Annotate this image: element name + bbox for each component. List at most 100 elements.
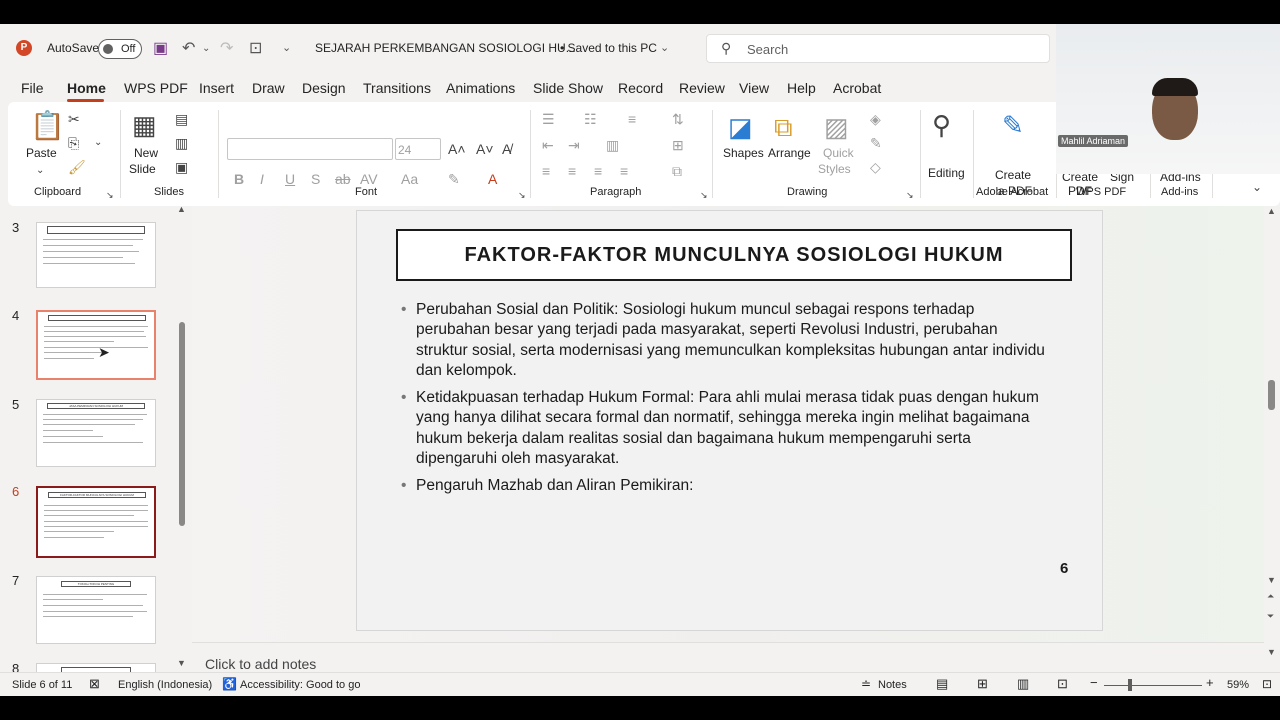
undo-dropdown-icon[interactable]: ⌄ (202, 43, 210, 54)
editing-button[interactable]: Editing (928, 166, 965, 180)
copy-icon[interactable]: ⎘ (68, 136, 79, 150)
scroll-down-icon[interactable]: ▼ (1267, 575, 1276, 585)
clear-formatting-icon[interactable]: A̸ (502, 142, 511, 156)
arrange-button[interactable]: Arrange (768, 146, 811, 160)
spell-check-icon[interactable]: ⊠ (89, 676, 100, 692)
align-text-icon[interactable]: ⊞ (672, 138, 684, 152)
previous-slide-icon[interactable]: ⏶ (1267, 591, 1274, 602)
undo-icon[interactable]: ↶ (182, 38, 195, 58)
tab-slide-show[interactable]: Slide Show (533, 80, 603, 96)
slide-show-icon[interactable]: ⊡ (1057, 676, 1068, 692)
shape-effects-icon[interactable]: ◇ (870, 160, 881, 174)
reset-icon[interactable]: ▥ (175, 136, 188, 150)
next-slide-icon[interactable]: ⏷ (1267, 611, 1274, 622)
shapes-icon[interactable]: ◪ (728, 114, 753, 140)
tab-record[interactable]: Record (618, 80, 663, 96)
chevron-down-icon[interactable]: ⌄ (660, 41, 669, 54)
paste-icon[interactable]: 📋 (30, 112, 65, 140)
layout-icon[interactable]: ▤ (175, 112, 188, 126)
accessibility-icon[interactable]: ♿ (222, 677, 237, 691)
zoom-out-icon[interactable]: − (1090, 675, 1098, 690)
slide[interactable]: FAKTOR-FAKTOR MUNCULNYA SOSIOLOGI HUKUM … (356, 210, 1103, 631)
autosave-toggle[interactable]: Off (98, 39, 142, 59)
slide-thumbnail-8[interactable] (36, 663, 156, 672)
create-pdf-icon[interactable]: ✎ (1002, 112, 1024, 138)
tab-wps-pdf[interactable]: WPS PDF (124, 80, 188, 96)
zoom-in-icon[interactable]: + (1206, 675, 1214, 690)
thumbnail-scrollbar[interactable] (179, 322, 185, 526)
tab-acrobat[interactable]: Acrobat (833, 80, 881, 96)
section-icon[interactable]: ▣ (175, 160, 188, 174)
reading-view-icon[interactable]: ▥ (1017, 676, 1029, 692)
editing-search-icon[interactable]: ⚲ (932, 112, 951, 138)
save-icon[interactable]: ▣ (153, 38, 168, 58)
quick-styles-label-2[interactable]: Styles (818, 162, 851, 176)
paragraph-launcher-icon[interactable]: ↘ (700, 188, 708, 202)
slide-title[interactable]: FAKTOR-FAKTOR MUNCULNYA SOSIOLOGI HUKUM (396, 229, 1072, 281)
decrease-font-size-icon[interactable]: A˅ (476, 142, 494, 156)
cut-icon[interactable]: ✂ (68, 112, 80, 126)
tab-review[interactable]: Review (679, 80, 725, 96)
slide-scrollbar-thumb[interactable] (1268, 380, 1275, 410)
clipboard-launcher-icon[interactable]: ↘ (106, 188, 114, 202)
increase-indent-icon[interactable]: ⇥ (568, 138, 580, 152)
drawing-launcher-icon[interactable]: ↘ (906, 188, 914, 202)
customize-toolbar-icon[interactable]: ⌄ (282, 41, 291, 54)
numbering-icon[interactable]: ☷ (584, 112, 597, 126)
format-painter-icon[interactable]: 🖌 (68, 160, 86, 174)
save-status[interactable]: • Saved to this PC (560, 41, 657, 55)
increase-font-size-icon[interactable]: A˄ (448, 142, 466, 156)
tab-view[interactable]: View (739, 80, 769, 96)
tab-design[interactable]: Design (302, 80, 346, 96)
font-name-field[interactable] (227, 138, 393, 160)
paste-dropdown-icon[interactable]: ⌄ (36, 164, 44, 178)
slide-body[interactable]: Perubahan Sosial dan Politik: Sosiologi … (401, 300, 1051, 504)
search-box[interactable]: ⚲ Search (706, 34, 1050, 63)
normal-view-icon[interactable]: ▤ (936, 676, 948, 692)
shape-outline-icon[interactable]: ✎ (870, 136, 882, 150)
italic-icon[interactable]: I (260, 172, 264, 186)
tab-animations[interactable]: Animations (446, 80, 515, 96)
font-launcher-icon[interactable]: ↘ (518, 188, 526, 202)
create-pdf-label-1[interactable]: Create (995, 168, 1031, 182)
scroll-down-icon[interactable]: ▼ (177, 658, 186, 668)
arrange-icon[interactable]: ⧉ (774, 114, 793, 140)
slide-thumbnail-4[interactable]: ➤ (36, 310, 156, 380)
notes-icon[interactable]: ≐ (861, 677, 871, 691)
zoom-level[interactable]: 59% (1227, 679, 1249, 691)
zoom-slider-handle[interactable] (1128, 679, 1132, 691)
slide-thumbnail-7[interactable]: TOKOH-TOKOH PENTING (36, 576, 156, 644)
highlight-color-icon[interactable]: ✎ (448, 172, 460, 186)
line-spacing-icon[interactable]: ≡ (628, 112, 636, 126)
copy-dropdown-icon[interactable]: ⌄ (94, 136, 102, 150)
new-slide-label-1[interactable]: New (134, 146, 158, 160)
collapse-ribbon-icon[interactable]: ⌄ (1252, 180, 1262, 194)
shape-fill-icon[interactable]: ◈ (870, 112, 881, 126)
present-icon[interactable]: ⊡ (249, 38, 262, 58)
shadow-icon[interactable]: S (311, 172, 320, 186)
quick-styles-label-1[interactable]: Quick (823, 146, 854, 160)
slide-thumbnail-6[interactable]: FAKTOR-FAKTOR MUNCULNYA SOSIOLOGI HUKUM (36, 486, 156, 558)
slide-thumbnail-5[interactable]: JASA PEMIKIRAN SOSIOLOGI HUKUM (36, 399, 156, 467)
bold-icon[interactable]: B (234, 172, 244, 186)
new-slide-icon[interactable]: ▦ (132, 112, 157, 138)
slide-thumbnail-3[interactable] (36, 222, 156, 288)
strikethrough-icon[interactable]: ab (335, 172, 351, 186)
align-right-icon[interactable]: ≡ (594, 164, 602, 178)
align-center-icon[interactable]: ≡ (568, 164, 576, 178)
decrease-indent-icon[interactable]: ⇤ (542, 138, 554, 152)
justify-icon[interactable]: ≡ (620, 164, 628, 178)
document-title[interactable]: SEJARAH PERKEMBANGAN SOSIOLOGI HU... (315, 41, 576, 55)
bullets-icon[interactable]: ☰ (542, 112, 555, 126)
font-size-field[interactable]: 24 (395, 138, 441, 160)
quick-styles-icon[interactable]: ▨ (824, 114, 849, 140)
scroll-up-icon[interactable]: ▲ (1267, 206, 1276, 216)
tab-home[interactable]: Home (67, 80, 106, 96)
zoom-slider[interactable] (1104, 685, 1202, 686)
slide-sorter-icon[interactable]: ⊞ (977, 676, 988, 692)
align-left-icon[interactable]: ≡ (542, 164, 550, 178)
tab-file[interactable]: File (21, 80, 44, 96)
fit-slide-icon[interactable]: ⊡ (1262, 677, 1272, 691)
tab-transitions[interactable]: Transitions (363, 80, 431, 96)
scroll-down-icon[interactable]: ▼ (1267, 647, 1276, 657)
